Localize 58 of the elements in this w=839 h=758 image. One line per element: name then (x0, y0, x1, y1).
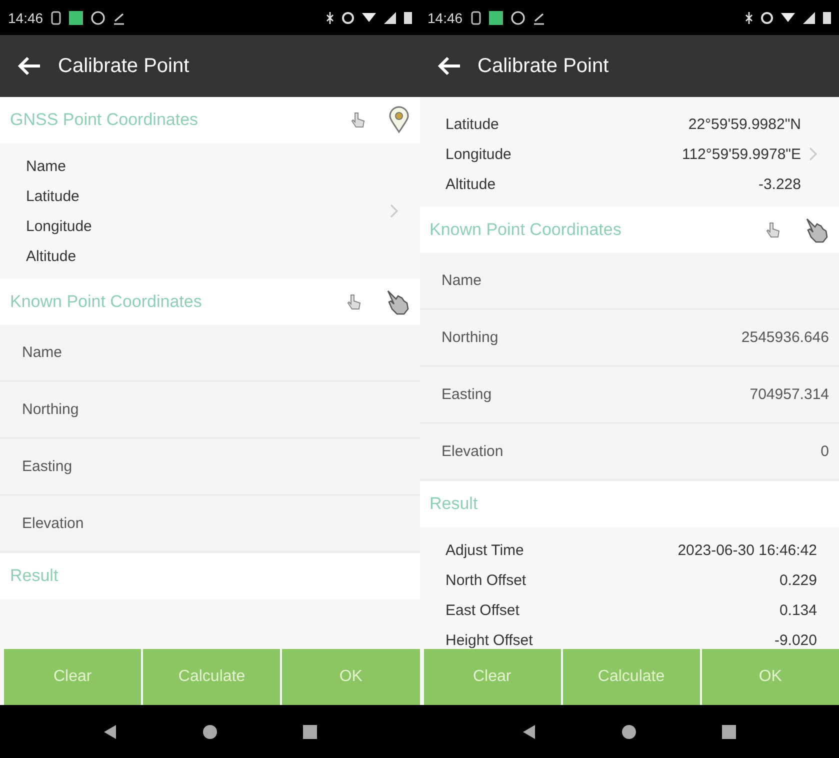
screen-title: Calibrate Point (58, 54, 190, 78)
section-title: Result (10, 566, 58, 586)
back-icon[interactable] (102, 724, 117, 740)
field-label: Height Offset (446, 632, 533, 648)
back-arrow-icon[interactable] (16, 55, 42, 77)
section-title: Known Point Coordinates (430, 220, 622, 240)
pointer-hand-icon[interactable] (765, 221, 781, 239)
recents-icon[interactable] (302, 724, 317, 738)
status-time: 14:46 (428, 10, 463, 26)
field-label: Altitude (446, 176, 496, 192)
field-label: Latitude (446, 116, 499, 132)
signal-icon (803, 12, 815, 24)
bluetooth-icon (745, 10, 753, 24)
section-title: Known Point Coordinates (10, 292, 202, 312)
field-value: 112°59'59.9978"E (682, 146, 801, 162)
download-icon (113, 10, 126, 24)
screen-title: Calibrate Point (478, 54, 609, 78)
field-label: Latitude (26, 188, 80, 204)
location-icon (761, 12, 773, 24)
field-value: 0.134 (779, 602, 817, 618)
back-arrow-icon[interactable] (436, 55, 462, 77)
app-notification-icon (488, 10, 503, 24)
pointer-hand-icon[interactable] (350, 111, 366, 129)
sim-card-icon (51, 10, 62, 24)
field-label: East Offset (446, 602, 520, 618)
recents-icon[interactable] (722, 724, 736, 738)
input-field[interactable]: Northing 2545936.646 (420, 310, 839, 367)
field-label: Adjust Time (446, 542, 524, 558)
field-label: Longitude (446, 146, 512, 162)
wifi-icon (362, 12, 376, 22)
app-notification-icon (69, 10, 84, 24)
back-icon[interactable] (522, 724, 536, 740)
field-value: -3.228 (758, 176, 801, 192)
field-value: 0.229 (779, 572, 817, 588)
location-icon (342, 12, 354, 24)
field-label: Name (26, 158, 66, 174)
download-icon (532, 10, 545, 24)
circle-icon (91, 10, 106, 24)
field-value: 22°59'59.9982"N (688, 116, 801, 132)
battery-icon (823, 12, 831, 24)
field-value: -9.020 (774, 632, 817, 648)
circle-icon (510, 10, 525, 24)
field-label: Longitude (26, 218, 92, 234)
location-pin-icon[interactable] (388, 106, 410, 134)
wifi-icon (781, 12, 795, 22)
pointer-hand-icon[interactable] (346, 293, 362, 311)
field-value: 2023-06-30 16:46:42 (678, 542, 817, 558)
home-icon[interactable] (202, 724, 218, 740)
field-label: North Offset (446, 572, 526, 588)
section-title: GNSS Point Coordinates (10, 110, 198, 130)
signal-icon (384, 12, 396, 24)
field-label: Altitude (26, 248, 76, 264)
bluetooth-icon (326, 10, 334, 24)
status-time: 14:46 (8, 10, 44, 26)
battery-icon (404, 12, 412, 24)
sim-card-icon (470, 10, 481, 24)
section-title: Result (430, 494, 478, 514)
home-icon[interactable] (621, 724, 638, 740)
